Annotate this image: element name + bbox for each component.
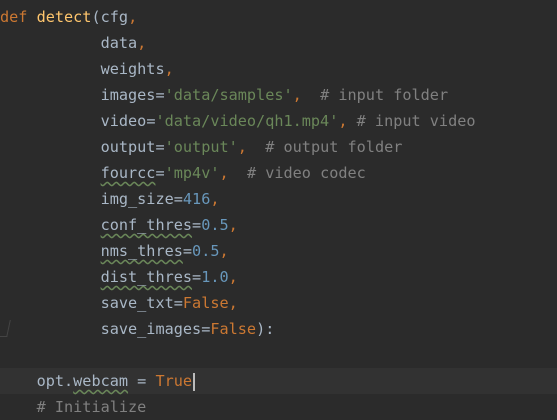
code-line[interactable]: video='data/video/qh1.mp4', # input vide… xyxy=(0,108,557,134)
code-token: 'data/samples' xyxy=(164,86,293,104)
code-token: # video codec xyxy=(228,164,366,182)
code-token: , xyxy=(228,216,238,234)
code-token: # input video xyxy=(347,112,476,130)
code-token: # input folder xyxy=(301,86,449,104)
code-token: = xyxy=(201,320,211,338)
code-token: 0.5 xyxy=(192,242,220,260)
code-token: 'data/video/qh1.mp4' xyxy=(155,112,339,130)
code-line[interactable]: conf_thres=0.5, xyxy=(0,212,557,238)
code-line[interactable]: images='data/samples', # input folder xyxy=(0,82,557,108)
code-token: def xyxy=(0,8,28,26)
code-line[interactable] xyxy=(0,342,557,368)
text-caret xyxy=(193,372,196,391)
code-token: = xyxy=(192,268,202,286)
code-line[interactable]: def detect(cfg, xyxy=(0,4,557,30)
code-token: images xyxy=(100,86,156,104)
code-token: 'mp4v' xyxy=(164,164,220,182)
code-token: # output folder xyxy=(246,138,403,156)
code-token: 'output' xyxy=(164,138,238,156)
code-line[interactable]: weights, xyxy=(0,56,557,82)
code-line[interactable]: data, xyxy=(0,30,557,56)
code-token: dist_thres xyxy=(100,268,193,286)
code-token: save_images xyxy=(100,320,202,338)
code-token: = xyxy=(182,242,193,260)
code-token: detect xyxy=(36,8,92,26)
code-token: = xyxy=(128,372,156,390)
code-line[interactable]: save_images=False): xyxy=(0,316,557,342)
code-token: save_txt xyxy=(100,294,174,312)
code-token: = xyxy=(192,216,202,234)
code-token: ): xyxy=(256,320,275,338)
code-token: , xyxy=(292,86,302,104)
code-token: , xyxy=(128,8,138,26)
code-line[interactable]: output='output', # output folder xyxy=(0,134,557,160)
code-token: False xyxy=(210,320,257,338)
code-token: = xyxy=(155,164,165,182)
code-token: , xyxy=(228,294,238,312)
code-token: nms_thres xyxy=(100,242,183,260)
code-token: ( xyxy=(91,8,101,26)
code-token: False xyxy=(182,294,229,312)
code-token: , xyxy=(219,242,229,260)
code-token: 416 xyxy=(182,190,211,208)
code-token: data xyxy=(100,34,138,52)
code-token: , xyxy=(228,268,238,286)
code-token: True xyxy=(155,372,193,390)
code-token: webcam xyxy=(73,372,129,390)
code-token: fourcc xyxy=(100,164,156,182)
code-line[interactable]: fourcc='mp4v', # video codec xyxy=(0,160,557,186)
code-token: , xyxy=(210,190,220,208)
code-token: output xyxy=(100,138,156,156)
code-token: weights xyxy=(100,60,165,78)
code-editor[interactable]: def detect(cfg, data, weights, images='d… xyxy=(0,0,557,416)
code-line[interactable]: save_txt=False, xyxy=(0,290,557,316)
code-token: = xyxy=(155,86,165,104)
code-line[interactable]: nms_thres=0.5, xyxy=(0,238,557,264)
code-token: , xyxy=(219,164,229,182)
code-token: , xyxy=(164,60,174,78)
code-token: img_size xyxy=(100,190,174,208)
code-line[interactable]: dist_thres=1.0, xyxy=(0,264,557,290)
code-token: 1.0 xyxy=(201,268,229,286)
code-line[interactable]: # Initialize xyxy=(0,394,557,420)
code-token: conf_thres xyxy=(100,216,193,234)
code-line[interactable]: opt.webcam = True xyxy=(0,368,557,394)
code-token: , xyxy=(237,138,247,156)
code-token: # Initialize xyxy=(36,398,147,416)
code-token: 0.5 xyxy=(201,216,229,234)
code-token: cfg xyxy=(100,8,129,26)
code-token: = xyxy=(173,190,183,208)
code-token: = xyxy=(173,294,183,312)
code-token: video xyxy=(100,112,147,130)
code-line[interactable]: img_size=416, xyxy=(0,186,557,212)
code-token: = xyxy=(155,138,165,156)
code-token: , xyxy=(137,34,147,52)
code-token: opt. xyxy=(36,372,74,390)
code-token: , xyxy=(338,112,348,130)
